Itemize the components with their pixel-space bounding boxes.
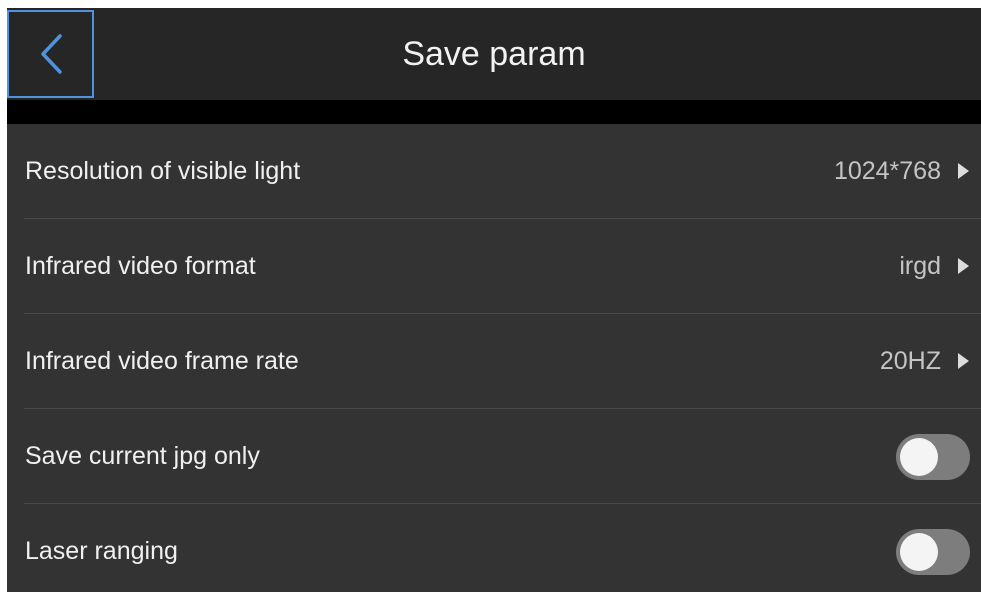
settings-list: Resolution of visible light 1024*768 Inf…	[7, 124, 981, 592]
save-jpg-only-toggle[interactable]	[896, 434, 970, 480]
setting-row-infrared-video-format[interactable]: Infrared video format irgd	[7, 219, 981, 314]
laser-ranging-toggle[interactable]	[896, 529, 970, 575]
setting-label: Infrared video frame rate	[25, 347, 299, 375]
chevron-right-icon	[958, 353, 969, 369]
setting-label: Infrared video format	[25, 252, 256, 280]
chevron-left-icon	[38, 33, 64, 75]
setting-row-save-current-jpg-only: Save current jpg only	[7, 409, 981, 504]
header-bar: Save param	[7, 8, 981, 100]
setting-value: 1024*768	[833, 157, 941, 185]
chevron-right-icon	[958, 258, 969, 274]
header-divider	[7, 100, 981, 124]
setting-label: Resolution of visible light	[25, 157, 301, 185]
setting-value: 20HZ	[879, 347, 941, 375]
toggle-knob	[900, 438, 938, 476]
save-param-screen: Save param Resolution of visible light 1…	[7, 8, 981, 592]
setting-row-laser-ranging: Laser ranging	[7, 504, 981, 592]
chevron-right-icon	[958, 163, 969, 179]
toggle-knob	[900, 533, 938, 571]
setting-label: Save current jpg only	[25, 442, 260, 470]
page-title: Save param	[402, 35, 586, 73]
setting-row-infrared-video-frame-rate[interactable]: Infrared video frame rate 20HZ	[7, 314, 981, 409]
setting-value: irgd	[899, 252, 941, 280]
setting-row-resolution-visible-light[interactable]: Resolution of visible light 1024*768	[7, 124, 981, 219]
back-button[interactable]	[7, 10, 94, 98]
setting-label: Laser ranging	[25, 537, 178, 565]
